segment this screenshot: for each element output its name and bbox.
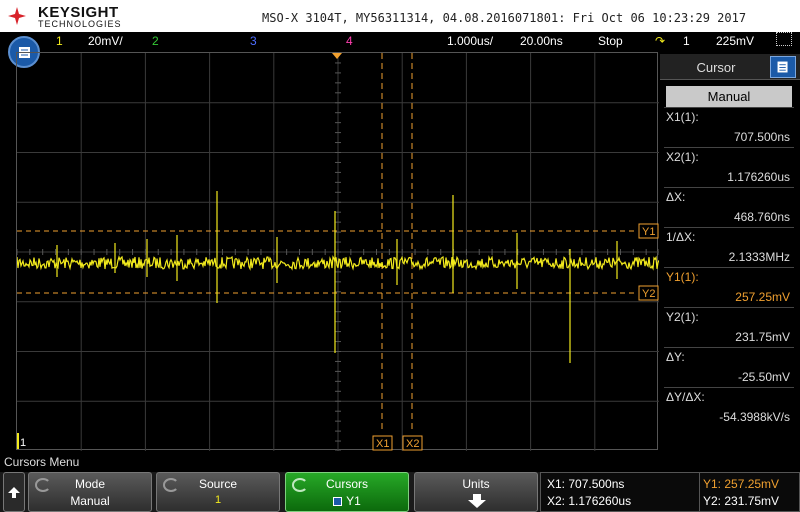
cursor-row-value: 468.760ns — [733, 210, 790, 224]
cursor-row-label: ΔX: — [666, 190, 686, 204]
ground-marker — [17, 433, 19, 449]
channel-1-scale[interactable]: 20mV/ — [88, 34, 123, 48]
cursor-row-label: 1/ΔX: — [666, 230, 696, 244]
time-delay[interactable]: 20.00ns — [520, 34, 563, 48]
cursor-row-value: 707.500ns — [733, 130, 790, 144]
trigger-edge-icon: ↷ — [655, 34, 666, 48]
cursor-row-value: 1.176260us — [727, 170, 790, 184]
back-button[interactable] — [3, 472, 25, 512]
instrument-title: MSO-X 3104T, MY56311314, 04.08.201607180… — [262, 11, 747, 25]
cursor-readout: X1: 707.500ns X2: 1.176260us Y1: 257.25m… — [540, 472, 800, 512]
mode-value: Manual — [70, 494, 110, 508]
units-softkey[interactable]: Units — [414, 472, 538, 512]
waveform-display[interactable]: X1X2Y1Y21T — [16, 52, 659, 451]
mode-label: Mode — [74, 477, 106, 491]
mode-softkey[interactable]: Mode Manual — [28, 472, 152, 512]
panel-header: Cursor — [660, 54, 800, 80]
cursor-row-label: ΔY/ΔX: — [666, 390, 705, 404]
cursor-y1-tag: Y1 — [642, 226, 655, 238]
readout-x2: X2: 1.176260us — [547, 494, 632, 508]
keysight-logo: KEYSIGHT TECHNOLOGIES — [4, 2, 134, 30]
units-label: Units — [462, 477, 490, 491]
row-divider — [664, 227, 794, 228]
row-divider — [664, 187, 794, 188]
back-arrow-icon — [8, 487, 20, 498]
channel-2-number[interactable]: 2 — [152, 34, 159, 48]
list-icon — [777, 61, 788, 73]
channel-status-bar: 1 20mV/ 2 3 4 1.000us/ 20.00ns Stop ↷ 1 … — [0, 32, 800, 52]
screen-capture-icon[interactable] — [776, 32, 792, 46]
source-softkey[interactable]: Source 1 — [156, 472, 280, 512]
trigger-level[interactable]: 225mV — [716, 34, 754, 48]
channel-4-number[interactable]: 4 — [346, 34, 353, 48]
cursor-row-value: -25.50mV — [737, 370, 790, 384]
cursor-row-label: Y1(1): — [666, 270, 699, 284]
menu-name: Cursors Menu — [4, 455, 80, 469]
ground-marker-label: 1 — [20, 437, 26, 449]
cursor-row-label: X2(1): — [666, 150, 699, 164]
cursor-row-label: X1(1): — [666, 110, 699, 124]
channel-3-number[interactable]: 3 — [250, 34, 257, 48]
cursors-value: Y1 — [346, 494, 361, 508]
down-arrow-icon — [468, 494, 486, 508]
title-bar: KEYSIGHT TECHNOLOGIES MSO-X 3104T, MY563… — [0, 0, 800, 32]
row-divider — [664, 267, 794, 268]
cursor-x1-tag: X1 — [376, 438, 389, 450]
panel-menu-button[interactable] — [770, 56, 796, 78]
row-divider — [664, 387, 794, 388]
brand-subtitle: TECHNOLOGIES — [38, 19, 122, 29]
source-label: Source — [198, 477, 238, 491]
keysight-logo-icon — [8, 7, 26, 25]
readout-x1: X1: 707.500ns — [547, 477, 625, 491]
cursor-row-value: -54.3988kV/s — [719, 410, 790, 424]
cursor-panel: Cursor Manual X1(1): 707.500ns X2(1): 1.176… — [660, 54, 800, 452]
row-divider — [664, 107, 794, 108]
row-divider — [664, 147, 794, 148]
readout-y2: Y2: 231.75mV — [703, 494, 780, 508]
readout-y1: Y1: 257.25mV — [703, 477, 780, 491]
cursor-y2-tag: Y2 — [642, 288, 655, 300]
cursor-row-value: 2.1333MHz — [728, 250, 790, 264]
channel-1-number[interactable]: 1 — [56, 34, 63, 48]
readout-divider — [699, 473, 700, 512]
source-value: 1 — [214, 494, 222, 506]
cursors-value-row: Y1 — [286, 494, 408, 508]
trigger-position-marker — [332, 53, 342, 59]
cursors-label: Cursors — [325, 477, 368, 491]
cursor-row-label: Y2(1): — [666, 310, 699, 324]
cursor-row-value: 231.75mV — [735, 330, 790, 344]
cursor-x2-tag: X2 — [406, 438, 419, 450]
cursor-row-label: ΔY: — [666, 350, 685, 364]
trigger-source[interactable]: 1 — [683, 34, 690, 48]
row-divider — [664, 347, 794, 348]
cursors-softkey[interactable]: Cursors Y1 — [285, 472, 409, 512]
checkbox-icon — [333, 497, 343, 506]
row-divider — [664, 307, 794, 308]
timebase-scale[interactable]: 1.000us/ — [447, 34, 493, 48]
graticule: X1X2Y1Y21T — [17, 53, 659, 451]
cursor-row-value: 257.25mV — [735, 290, 790, 304]
panel-title: Cursor — [696, 60, 736, 75]
run-state: Stop — [598, 34, 623, 48]
cursor-mode-value[interactable]: Manual — [666, 86, 792, 108]
